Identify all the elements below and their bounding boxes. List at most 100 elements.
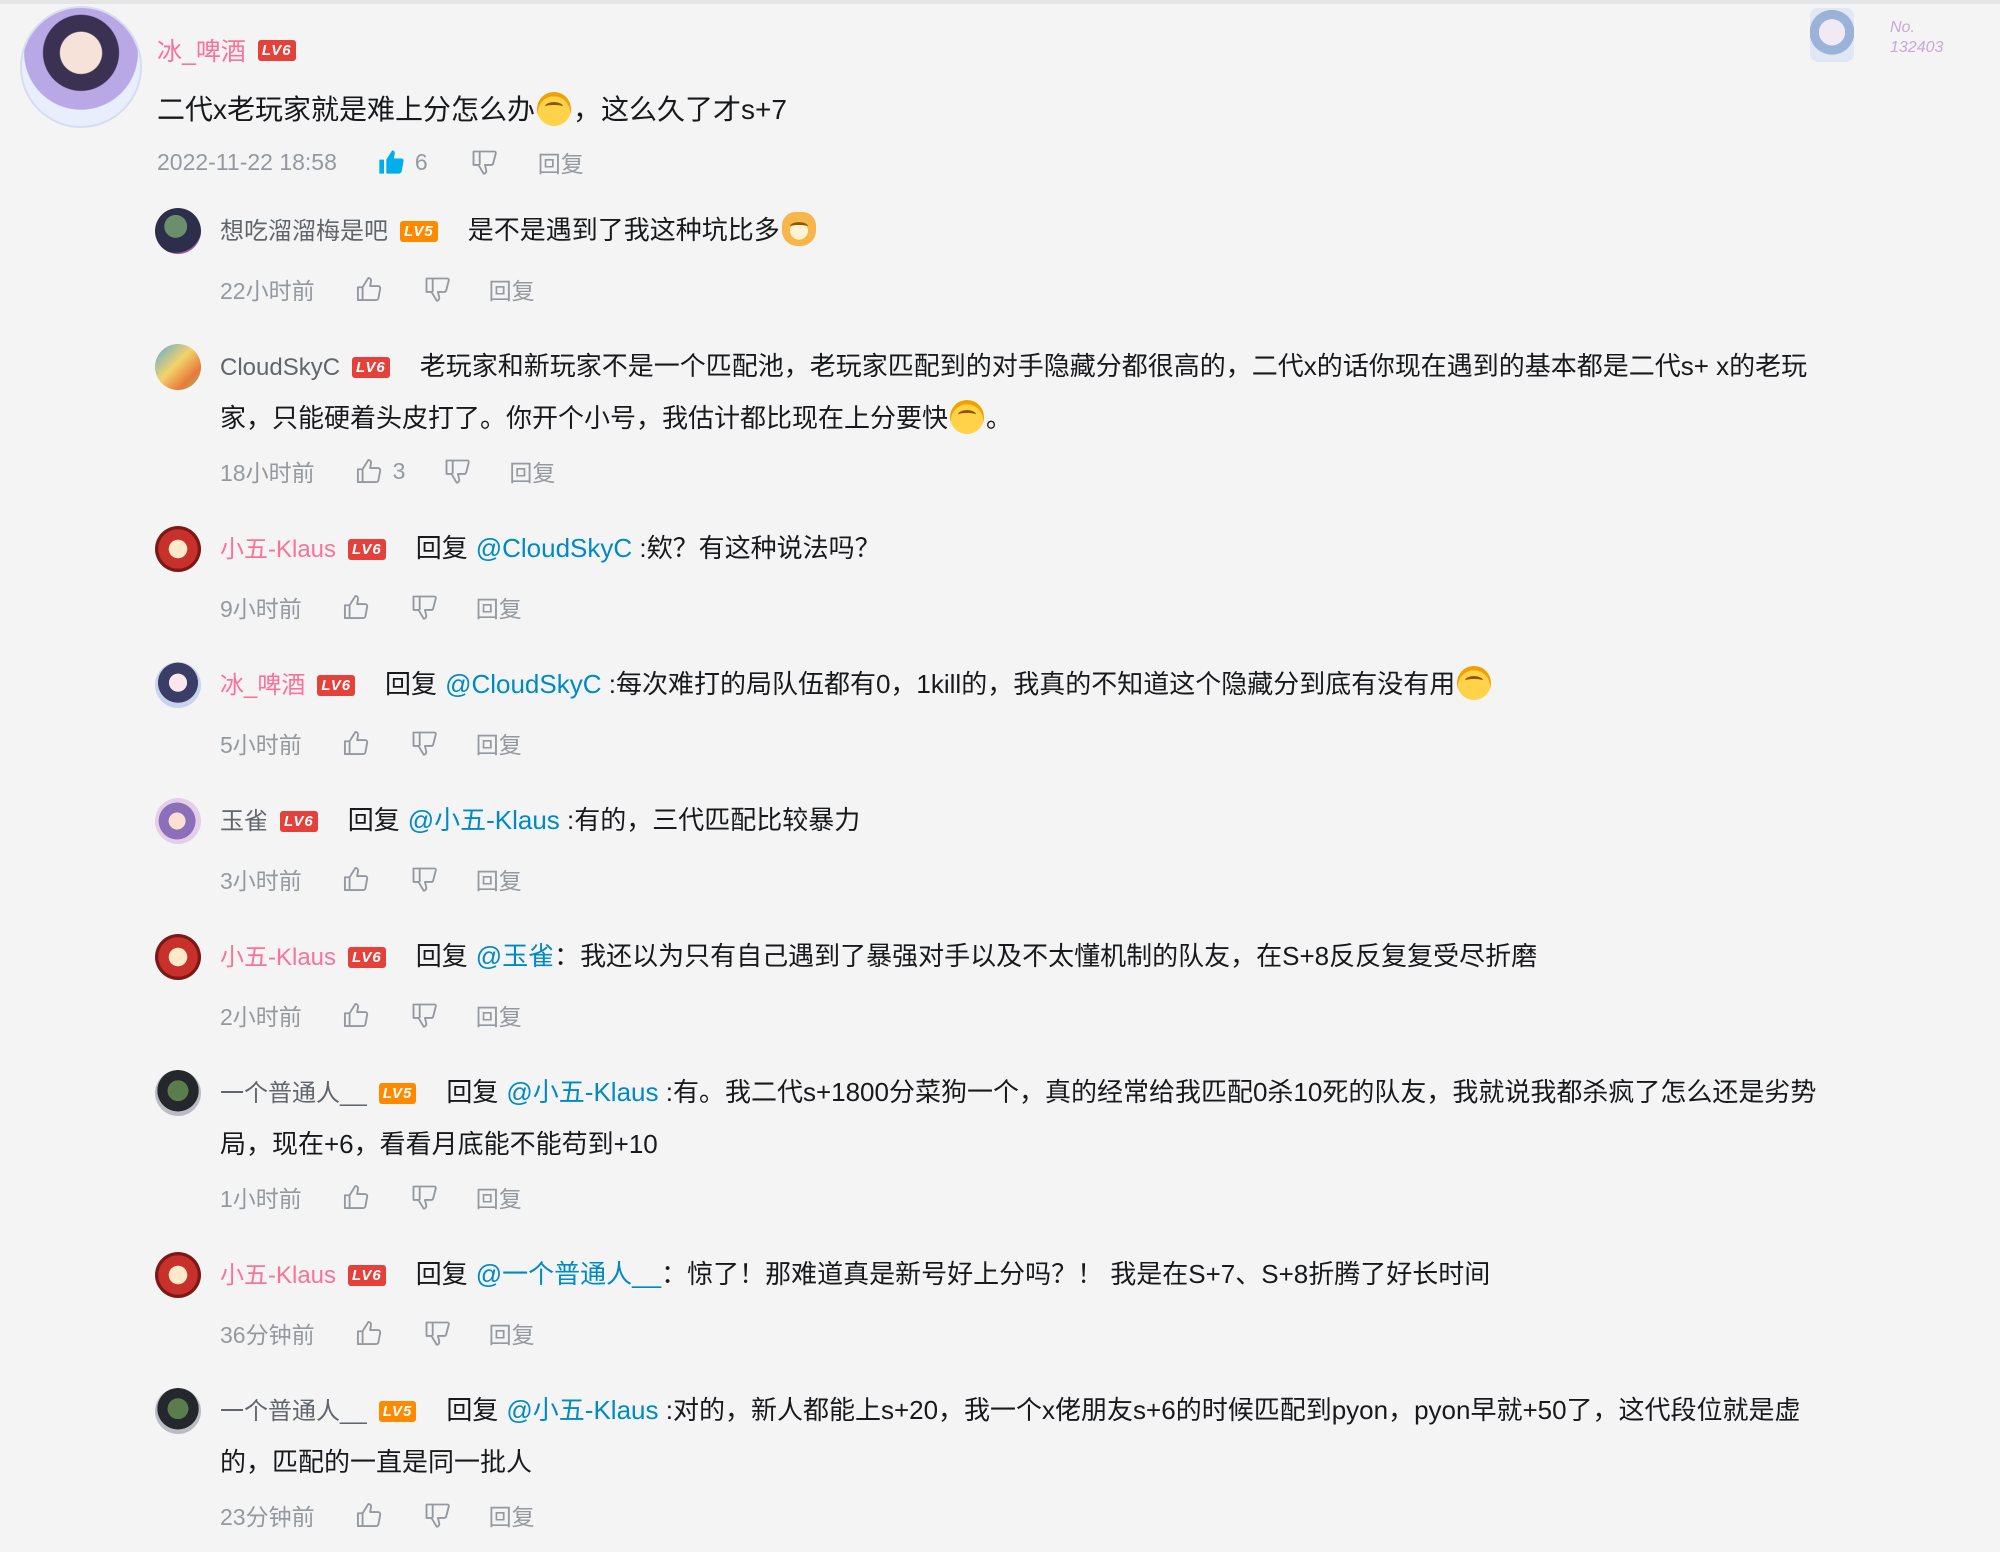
reply-button[interactable]: 回复 bbox=[538, 145, 584, 179]
reply-content: 一个普通人__ LV5 回复 @小五-Klaus :有。我二代s+1800分菜狗一个，… bbox=[220, 1067, 1955, 1170]
mention-link[interactable]: @一个普通人__ bbox=[476, 1259, 661, 1289]
thumbs-up-icon[interactable] bbox=[355, 1319, 383, 1347]
mention-link[interactable]: @CloudSkyC bbox=[476, 533, 632, 563]
thumbs-up-icon[interactable] bbox=[342, 1001, 370, 1029]
avatar[interactable] bbox=[155, 526, 201, 572]
reply-text: ：我还以为只有自己遇到了暴强对手以及不太懂机制的队友，在S+8反反复复受尽折磨 bbox=[554, 941, 1538, 971]
username[interactable]: 小五-Klaus bbox=[220, 932, 336, 983]
username[interactable]: 冰_啤酒 bbox=[157, 32, 246, 68]
thumbs-up-icon[interactable] bbox=[355, 1501, 383, 1529]
thumbs-down-icon[interactable] bbox=[423, 275, 451, 303]
reply-time: 3小时前 bbox=[220, 868, 302, 894]
reply-meta: 2小时前 回复 bbox=[220, 998, 522, 1032]
avatar[interactable] bbox=[155, 208, 201, 254]
reply-button[interactable]: 回复 bbox=[476, 998, 522, 1032]
reply-meta: 5小时前 回复 bbox=[220, 726, 522, 760]
reply-meta: 22小时前 回复 bbox=[220, 272, 535, 306]
thumbs-down-icon[interactable] bbox=[423, 1501, 451, 1529]
reply-time: 18小时前 bbox=[220, 460, 315, 486]
reply-time: 2小时前 bbox=[220, 1004, 302, 1030]
like-button[interactable]: 3 bbox=[355, 457, 405, 485]
reply-prefix: 回复 bbox=[385, 669, 438, 699]
reply-button[interactable]: 回复 bbox=[489, 1498, 535, 1532]
laugh-cry-emoji-icon bbox=[537, 92, 572, 126]
reply-content: 想吃溜溜梅是吧 LV5 是不是遇到了我这种坑比多 bbox=[220, 205, 1955, 257]
thumbs-down-icon[interactable] bbox=[410, 1001, 438, 1029]
reply-text: 。 bbox=[986, 403, 1013, 433]
reply-time: 36分钟前 bbox=[220, 1322, 315, 1348]
thumbs-down-icon[interactable] bbox=[443, 457, 471, 485]
avatar[interactable] bbox=[155, 1252, 201, 1298]
mention-link[interactable]: @CloudSkyC bbox=[445, 669, 601, 699]
level-badge: LV6 bbox=[280, 811, 318, 832]
username[interactable]: 想吃溜溜梅是吧 bbox=[220, 206, 388, 257]
thumbs-down-icon[interactable] bbox=[423, 1319, 451, 1347]
reply-text: 老玩家和新玩家不是一个匹配池，老玩家匹配到的对手隐藏分都很高的，二代x的话你现在… bbox=[419, 351, 1808, 381]
level-badge: LV5 bbox=[378, 1401, 417, 1422]
thumbs-down-icon[interactable] bbox=[410, 729, 438, 757]
reply-prefix: 回复 bbox=[415, 1259, 468, 1289]
username[interactable]: 一个普通人__ bbox=[220, 1068, 367, 1119]
level-badge: LV5 bbox=[400, 221, 438, 242]
reply-text: ：惊了！那难道真是新号好上分吗？！ 我是在S+7、S+8折腾了好长时间 bbox=[661, 1259, 1491, 1289]
thumbs-up-icon[interactable] bbox=[355, 275, 383, 303]
mention-link[interactable]: @小五-Klaus bbox=[506, 1077, 658, 1107]
avatar[interactable] bbox=[155, 1070, 201, 1116]
reply-button[interactable]: 回复 bbox=[476, 862, 522, 896]
reply-button[interactable]: 回复 bbox=[489, 1316, 535, 1350]
reply-text: :对的，新人都能上s+20，我一个x佬朋友s+6的时候匹配到pyon，pyon早… bbox=[658, 1395, 1801, 1425]
mention-link[interactable]: @小五-Klaus bbox=[506, 1395, 658, 1425]
reply-button[interactable]: 回复 bbox=[476, 1180, 522, 1214]
username[interactable]: 小五-Klaus bbox=[220, 1250, 336, 1301]
username[interactable]: 小五-Klaus bbox=[220, 524, 336, 575]
username[interactable]: CloudSkyC bbox=[220, 342, 340, 393]
thumbs-up-icon[interactable] bbox=[342, 865, 370, 893]
reply-time: 5小时前 bbox=[220, 732, 302, 758]
mention-link[interactable]: @小五-Klaus bbox=[408, 805, 560, 835]
reply-text: :有。我二代s+1800分菜狗一个，真的经常给我匹配0杀10死的队友，我就说我都… bbox=[658, 1077, 1817, 1107]
reply-text: 局，现在+6，看看月底能不能苟到+10 bbox=[220, 1129, 658, 1159]
thumbs-up-icon[interactable] bbox=[342, 593, 370, 621]
reply-prefix: 回复 bbox=[415, 533, 468, 563]
like-button[interactable]: 6 bbox=[377, 148, 428, 176]
avatar[interactable] bbox=[155, 662, 201, 708]
thumbs-up-icon[interactable] bbox=[342, 1183, 370, 1211]
avatar[interactable] bbox=[20, 6, 142, 128]
thumbs-down-icon[interactable] bbox=[410, 593, 438, 621]
reply-content: 冰_啤酒 LV6 回复 @CloudSkyC :每次难打的局队伍都有0，1kill的，… bbox=[220, 659, 1955, 711]
reply-content: 小五-Klaus LV6 回复 @玉雀：我还以为只有自己遇到了暴强对手以及不太懂机制的… bbox=[220, 931, 1955, 983]
avatar[interactable] bbox=[155, 344, 201, 390]
avatar[interactable] bbox=[155, 798, 201, 844]
username[interactable]: 一个普通人__ bbox=[220, 1386, 367, 1437]
reply-button[interactable]: 回复 bbox=[509, 454, 555, 488]
reply-meta: 1小时前 回复 bbox=[220, 1180, 522, 1214]
reply-content: 小五-Klaus LV6 回复 @一个普通人__：惊了！那难道真是新号好上分吗？！ 我… bbox=[220, 1249, 1955, 1301]
level-badge: LV6 bbox=[348, 1265, 386, 1286]
level-badge: LV6 bbox=[317, 675, 356, 696]
reply-button[interactable]: 回复 bbox=[489, 272, 535, 306]
thumbs-down-icon[interactable] bbox=[410, 865, 438, 893]
thumbs-down-icon[interactable] bbox=[470, 148, 498, 176]
thumbs-down-icon[interactable] bbox=[410, 1183, 438, 1211]
reply-meta: 9小时前 回复 bbox=[220, 590, 522, 624]
level-badge: LV6 bbox=[257, 39, 296, 61]
reply-time: 22小时前 bbox=[220, 278, 315, 304]
reply-text: :有的，三代匹配比较暴力 bbox=[559, 805, 861, 835]
doge-emoji-icon bbox=[781, 212, 816, 246]
mention-link[interactable]: @玉雀 bbox=[476, 941, 554, 971]
thumbs-up-icon bbox=[355, 457, 383, 485]
avatar[interactable] bbox=[155, 934, 201, 980]
reply-button[interactable]: 回复 bbox=[476, 590, 522, 624]
reply-button[interactable]: 回复 bbox=[476, 726, 522, 760]
username[interactable]: 冰_啤酒 bbox=[220, 660, 305, 711]
reply-meta: 23分钟前 回复 bbox=[220, 1498, 535, 1532]
reply-text: 是不是遇到了我这种坑比多 bbox=[467, 215, 780, 245]
reply-content: CloudSkyC LV6 老玩家和新玩家不是一个匹配池，老玩家匹配到的对手隐藏分都… bbox=[220, 341, 1955, 444]
reply-text: 的，匹配的一直是同一批人 bbox=[220, 1447, 533, 1477]
thumbs-up-icon[interactable] bbox=[342, 729, 370, 757]
username[interactable]: 玉雀 bbox=[220, 796, 268, 847]
reply-meta: 3小时前 回复 bbox=[220, 862, 522, 896]
avatar[interactable] bbox=[155, 1388, 201, 1434]
fan-badge-number: No. 132403 bbox=[1890, 18, 1943, 58]
reply-text: 家，只能硬着头皮打了。你开个小号，我估计都比现在上分要快 bbox=[220, 403, 949, 433]
